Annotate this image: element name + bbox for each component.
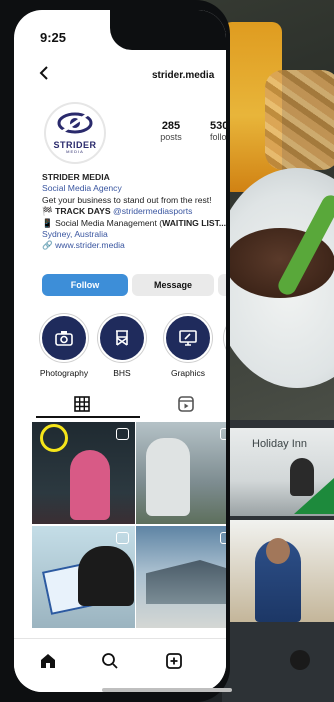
reel-indicator-icon: [116, 532, 129, 544]
profile-bio: STRIDER MEDIA Social Media Agency Get yo…: [42, 172, 226, 252]
post-building: [146, 560, 226, 604]
highlight-photography[interactable]: Photography: [36, 314, 92, 378]
bio-line-3: 📱 Social Media Management (WAITING LIST.…: [42, 217, 226, 228]
post-people: [78, 546, 134, 606]
bio-line-2: 🏁 TRACK DAYS @stridermediasports: [42, 206, 193, 217]
followers-label: follow: [210, 132, 226, 142]
bio-website[interactable]: 🔗 www.strider.media: [42, 240, 226, 251]
bio-line-2-prefix: TRACK DAYS: [55, 206, 114, 217]
grid-post-2[interactable]: [136, 422, 226, 524]
bio-handle-link[interactable]: @stridermediasports: [113, 206, 192, 216]
posts-label: posts: [160, 132, 182, 142]
grid-post-3[interactable]: [32, 526, 135, 628]
back-arrow-icon[interactable]: [36, 64, 54, 82]
reel-indicator-icon: [116, 428, 129, 440]
message-button[interactable]: Message: [132, 274, 214, 296]
director-chair-icon: [116, 330, 128, 346]
highlight-label: BHS: [113, 368, 131, 378]
highlight-pr[interactable]: Pr: [220, 314, 226, 378]
grid-post-4[interactable]: [136, 526, 226, 628]
highlight-circle: [98, 314, 146, 362]
highlight-label: Photography: [39, 368, 89, 378]
profile-nav-avatar[interactable]: [290, 650, 310, 670]
highlight-bhs[interactable]: BHS: [94, 314, 150, 378]
fries: [265, 70, 334, 170]
highlight-circle: [40, 314, 88, 362]
profile-avatar[interactable]: STRIDER MEDIA: [46, 104, 104, 162]
home-indicator: [102, 688, 232, 692]
phone-frame: 9:25 strider.media STRIDER MEDIA 285 pos…: [0, 0, 310, 702]
followers-count[interactable]: 530 follow: [210, 120, 226, 142]
active-tab-indicator: [36, 416, 140, 418]
search-icon[interactable]: [100, 651, 120, 671]
more-button[interactable]: [218, 274, 226, 296]
grid-tab-icon[interactable]: [73, 395, 91, 413]
bottom-nav: [14, 638, 226, 692]
avatar-logo-subtext: MEDIA: [66, 149, 84, 154]
camera-icon: [55, 331, 73, 346]
post-person: [70, 450, 110, 520]
highlight-circle: [164, 314, 212, 362]
bio-line-3-prefix: Social Media Management (: [55, 217, 163, 228]
follow-button[interactable]: Follow: [42, 274, 128, 296]
monitor-icon: [179, 330, 197, 346]
receptionist: [290, 458, 314, 496]
grid-post-1[interactable]: [32, 422, 135, 524]
post-person: [146, 438, 190, 516]
new-post-icon[interactable]: [164, 651, 184, 671]
posts-count[interactable]: 285 posts: [149, 120, 193, 142]
bio-location[interactable]: Sydney, Australia: [42, 229, 226, 240]
ring-light: [40, 424, 68, 452]
followers-value: 530: [210, 120, 226, 132]
bio-name: STRIDER MEDIA: [42, 172, 110, 182]
strider-logo-icon: [57, 112, 93, 134]
status-time: 9:25: [40, 30, 67, 45]
bio-line-1: Get your business to stand out from the …: [42, 194, 212, 205]
hotel-logo-text: Holiday Inn: [252, 438, 308, 450]
posts-value: 285: [161, 120, 181, 132]
highlight-circle: [224, 314, 226, 362]
reel-indicator-icon: [220, 428, 226, 440]
home-icon[interactable]: [38, 651, 58, 671]
phone-notch: [110, 10, 226, 50]
reels-tab-icon[interactable]: [177, 395, 195, 413]
bio-line-3-bold: WAITING LIST...: [162, 217, 226, 228]
volunteer-head: [266, 538, 290, 564]
website-link[interactable]: www.strider.media: [55, 240, 125, 250]
bio-category[interactable]: Social Media Agency: [42, 183, 226, 194]
highlight-label: Graphics: [170, 368, 205, 378]
reel-indicator-icon: [220, 532, 226, 544]
phone-screen: 9:25 strider.media STRIDER MEDIA 285 pos…: [14, 10, 226, 692]
profile-username: strider.media: [152, 70, 215, 81]
highlight-graphics[interactable]: Graphics: [160, 314, 216, 378]
highlight-label: Pr: [220, 368, 226, 378]
